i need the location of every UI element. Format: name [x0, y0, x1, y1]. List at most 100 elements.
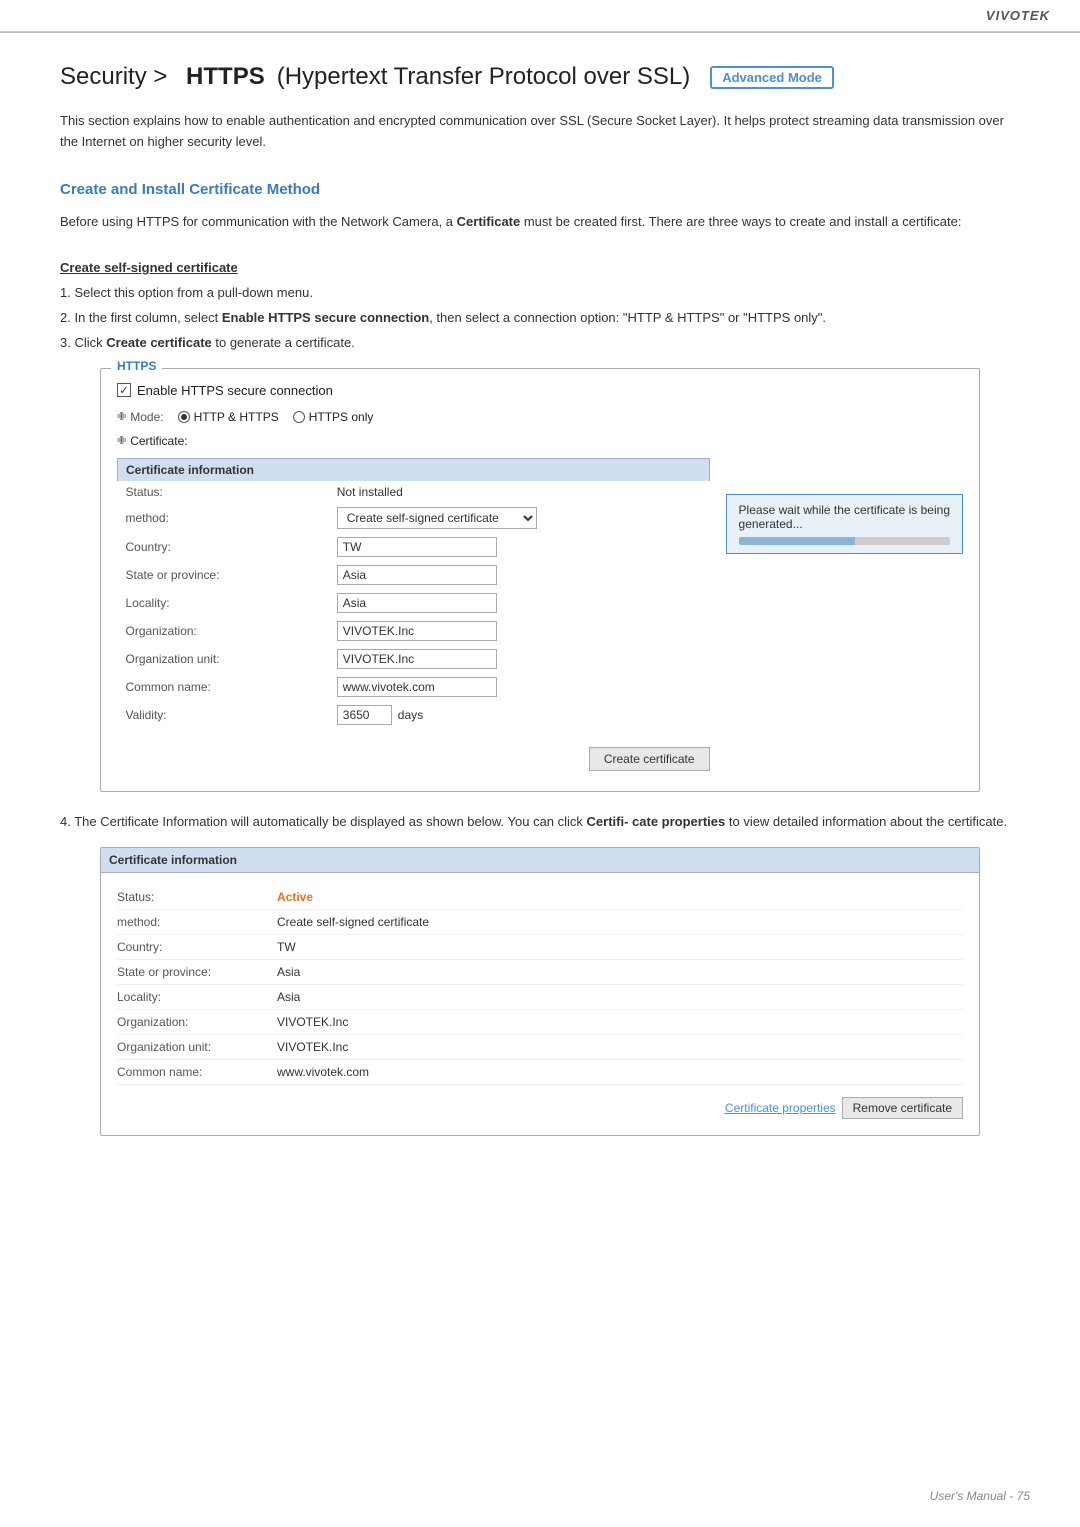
label-method: method:: [118, 503, 329, 533]
table-row: Country:: [118, 533, 710, 561]
org-input[interactable]: [337, 621, 497, 641]
radio-http-https[interactable]: HTTP & HTTPS: [178, 410, 279, 424]
radio-https-only-circle[interactable]: [293, 411, 305, 423]
cert-label-row: ✙ Certificate:: [117, 434, 710, 448]
value-status: Not installed: [329, 481, 709, 503]
cert-info-line2: generated...: [739, 517, 950, 531]
radio-http-https-label: HTTP & HTTPS: [194, 410, 279, 424]
table-row: method: Create self-signed certificate: [118, 503, 710, 533]
cert-label: Certificate:: [130, 434, 187, 448]
country-input[interactable]: [337, 537, 497, 557]
value-state: [329, 561, 709, 589]
https-box-title: HTTPS: [111, 359, 162, 373]
step4-text: 4. The Certificate Information will auto…: [60, 812, 1020, 833]
step-1: Select this option from a pull-down menu…: [60, 283, 1020, 304]
locality-input[interactable]: [337, 593, 497, 613]
step-2: In the first column, select Enable HTTPS…: [60, 308, 1020, 329]
cert-table: Certificate information Status: Not inst…: [117, 458, 710, 729]
label-state: State or province:: [118, 561, 329, 589]
panel-value-common-name: www.vivotek.com: [277, 1065, 369, 1079]
cert-table-header: Certificate information: [118, 458, 710, 481]
advanced-mode-badge[interactable]: Advanced Mode: [710, 66, 834, 89]
radio-https-only[interactable]: HTTPS only: [293, 410, 374, 424]
panel-value-state: Asia: [277, 965, 300, 979]
cert-info-panel-header: Certificate information: [101, 848, 979, 873]
top-bar: VIVOTEK: [0, 0, 1080, 32]
cert-panel-row-state: State or province: Asia: [117, 960, 963, 985]
label-country: Country:: [118, 533, 329, 561]
certificate-properties-link[interactable]: Certificate properties: [725, 1097, 836, 1119]
cert-info-panel: Certificate information Status: Active m…: [100, 847, 980, 1136]
value-method: Create self-signed certificate: [329, 503, 709, 533]
cert-panel-row-org: Organization: VIVOTEK.Inc: [117, 1010, 963, 1035]
page: VIVOTEK Security > HTTPS (Hypertext Tran…: [0, 0, 1080, 1527]
mode-arrow-icon: ✙: [117, 410, 126, 423]
panel-value-org-unit: VIVOTEK.Inc: [277, 1040, 348, 1054]
mode-section-label: Mode:: [130, 410, 163, 424]
label-status: Status:: [118, 481, 329, 503]
brand-name: VIVOTEK: [986, 8, 1050, 23]
cert-panel-actions: Certificate properties Remove certificat…: [117, 1097, 963, 1119]
validity-input[interactable]: [337, 705, 392, 725]
panel-label-org-unit: Organization unit:: [117, 1040, 277, 1054]
state-input[interactable]: [337, 565, 497, 585]
table-row: Locality:: [118, 589, 710, 617]
label-org-unit: Organization unit:: [118, 645, 329, 673]
create-certificate-button[interactable]: Create certificate: [589, 747, 710, 771]
before-text: Before using HTTPS for communication wit…: [60, 212, 1020, 233]
value-locality: [329, 589, 709, 617]
cert-panel-row-country: Country: TW: [117, 935, 963, 960]
table-row: Common name:: [118, 673, 710, 701]
table-row: Validity: days: [118, 701, 710, 729]
panel-value-org: VIVOTEK.Inc: [277, 1015, 348, 1029]
cert-arrow-icon: ✙: [117, 434, 126, 447]
panel-value-method: Create self-signed certificate: [277, 915, 429, 929]
value-common-name: [329, 673, 709, 701]
page-title: Security > HTTPS (Hypertext Transfer Pro…: [60, 63, 1020, 91]
footer: User's Manual - 75: [930, 1489, 1030, 1503]
panel-label-common-name: Common name:: [117, 1065, 277, 1079]
cert-panel-row-locality: Locality: Asia: [117, 985, 963, 1010]
cert-generating-info: Please wait while the certificate is bei…: [726, 494, 963, 554]
panel-label-method: method:: [117, 915, 277, 929]
table-row: Organization unit:: [118, 645, 710, 673]
enable-row: ✓ Enable HTTPS secure connection: [117, 383, 963, 398]
step-3: Click Create certificate to generate a c…: [60, 333, 1020, 354]
common-name-input[interactable]: [337, 677, 497, 697]
panel-label-status: Status:: [117, 890, 277, 904]
enable-checkbox[interactable]: ✓: [117, 383, 131, 397]
cert-panel-row-status: Status: Active: [117, 885, 963, 910]
cert-panel-row-common-name: Common name: www.vivotek.com: [117, 1060, 963, 1085]
title-subtitle: (Hypertext Transfer Protocol over SSL): [277, 63, 690, 91]
panel-value-status: Active: [277, 890, 313, 904]
validity-row: days: [337, 705, 701, 725]
table-row: Organization:: [118, 617, 710, 645]
days-label: days: [398, 708, 423, 722]
panel-label-locality: Locality:: [117, 990, 277, 1004]
title-https: HTTPS: [186, 63, 265, 91]
cert-panel-row-org-unit: Organization unit: VIVOTEK.Inc: [117, 1035, 963, 1060]
radio-https-only-label: HTTPS only: [309, 410, 374, 424]
cert-panel-row-method: method: Create self-signed certificate: [117, 910, 963, 935]
panel-value-locality: Asia: [277, 990, 300, 1004]
radio-http-https-circle[interactable]: [178, 411, 190, 423]
remove-certificate-button[interactable]: Remove certificate: [842, 1097, 963, 1119]
label-org: Organization:: [118, 617, 329, 645]
panel-label-org: Organization:: [117, 1015, 277, 1029]
progress-bar-container: [739, 537, 950, 545]
value-validity: days: [329, 701, 709, 729]
panel-label-country: Country:: [117, 940, 277, 954]
label-validity: Validity:: [118, 701, 329, 729]
progress-bar-fill: [739, 537, 855, 545]
method-select[interactable]: Create self-signed certificate: [337, 507, 537, 529]
org-unit-input[interactable]: [337, 649, 497, 669]
panel-value-country: TW: [277, 940, 296, 954]
mode-label: Mode:: [130, 410, 163, 424]
footer-text: User's Manual - 75: [930, 1489, 1030, 1503]
panel-label-state: State or province:: [117, 965, 277, 979]
table-row: Status: Not installed: [118, 481, 710, 503]
title-security: Security >: [60, 63, 174, 91]
label-common-name: Common name:: [118, 673, 329, 701]
mode-row: ✙ Mode: HTTP & HTTPS HTTPS only: [117, 410, 963, 424]
radio-group-mode: HTTP & HTTPS HTTPS only: [178, 410, 374, 424]
